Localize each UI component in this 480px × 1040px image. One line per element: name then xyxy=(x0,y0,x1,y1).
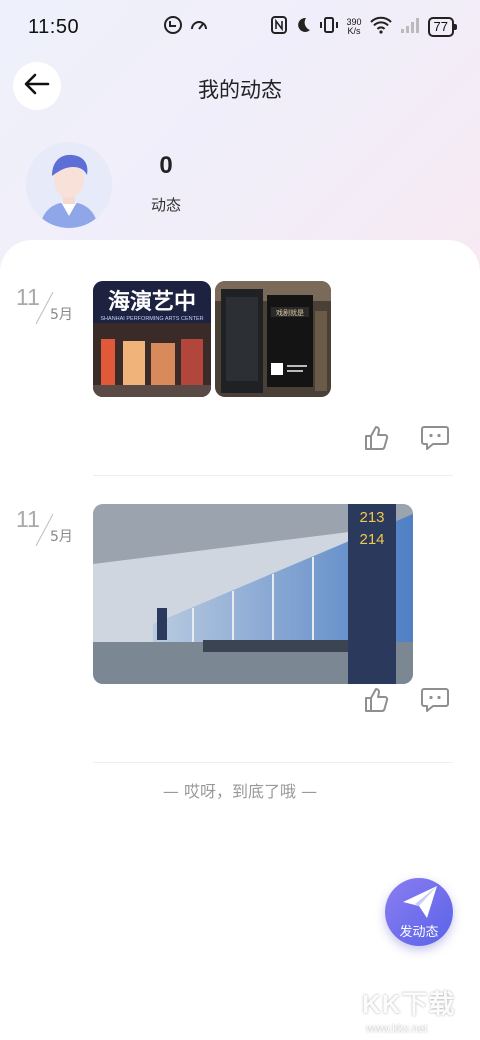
network-speed: 390 K/s xyxy=(346,17,362,36)
post-count-stat[interactable]: 0 动态 xyxy=(146,152,186,215)
status-time: 11:50 xyxy=(28,15,80,38)
profile-summary: 0 动态 xyxy=(26,142,326,232)
comment-icon[interactable] xyxy=(420,686,450,718)
post-actions xyxy=(362,686,450,718)
photo-sign-text: 海演艺中 xyxy=(108,289,196,315)
avatar[interactable] xyxy=(26,142,112,228)
post-day: 11 xyxy=(16,506,40,532)
page-title: 我的动态 xyxy=(198,78,282,102)
thumbs-up-icon[interactable] xyxy=(362,424,390,456)
publish-post-button[interactable]: 发动态 xyxy=(385,878,453,946)
publish-post-label: 发动态 xyxy=(399,925,439,940)
nfc-icon xyxy=(270,15,287,39)
vibrate-icon xyxy=(319,16,339,39)
post-item: 11 5月 213 214 xyxy=(0,504,480,726)
moon-icon xyxy=(295,16,311,39)
post-date: 11 5月 xyxy=(16,506,86,556)
comment-icon[interactable] xyxy=(420,424,450,456)
post-actions xyxy=(362,424,450,456)
gate-number-a: 213 xyxy=(359,509,384,526)
thumbs-up-icon[interactable] xyxy=(362,686,390,718)
status-bar: 11:50 390 K/s 77 xyxy=(0,0,480,54)
battery-indicator: 77 xyxy=(427,17,458,37)
post-photo[interactable]: 戏剧就是 xyxy=(215,281,331,397)
post-item: 11 5月 海演艺中 SHANHAI PERFORMING ARTS CENTE… xyxy=(0,281,480,474)
poster-text: 戏剧就是 xyxy=(276,308,304,317)
data-saver-icon xyxy=(163,15,183,40)
page-header: 我的动态 xyxy=(0,62,480,114)
wifi-icon xyxy=(369,16,392,39)
post-count-label: 动态 xyxy=(150,196,181,214)
watermark-brand: KK下载 xyxy=(362,989,456,1019)
post-count: 0 xyxy=(159,152,173,179)
gate-number-b: 214 xyxy=(359,531,384,548)
signal-icon xyxy=(400,16,420,39)
watermark-url: www.kkx.net xyxy=(366,1023,428,1035)
post-month: 5月 xyxy=(50,307,73,323)
end-of-list-text: — 哎呀，到底了哦 — xyxy=(162,782,318,801)
paper-plane-icon xyxy=(401,884,439,924)
photo-sign-subtext: SHANHAI PERFORMING ARTS CENTER xyxy=(100,316,203,322)
post-date: 11 5月 xyxy=(16,284,86,334)
post-divider xyxy=(93,475,453,476)
speed-meter-icon xyxy=(189,15,209,40)
post-divider xyxy=(93,762,453,763)
post-month: 5月 xyxy=(50,529,73,545)
watermark: KK下载 www.kkx.net xyxy=(362,984,472,1036)
post-photo[interactable]: 213 214 xyxy=(93,504,413,684)
post-day: 11 xyxy=(16,284,40,310)
post-photo[interactable]: 海演艺中 SHANHAI PERFORMING ARTS CENTER xyxy=(93,281,211,397)
